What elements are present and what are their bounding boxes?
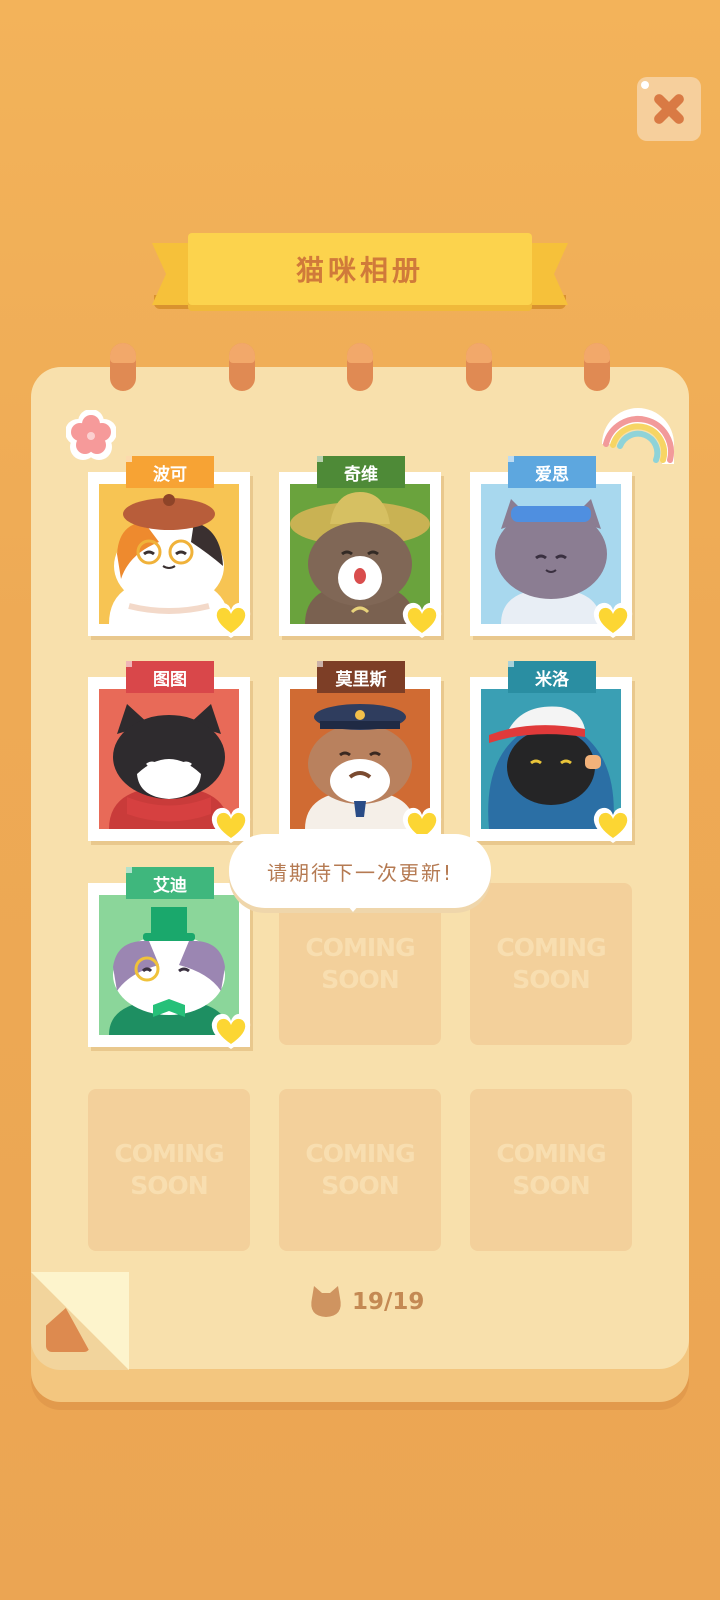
- coming-soon-slot[interactable]: COMING SOON: [88, 1089, 250, 1251]
- cat-card-boke[interactable]: 波可: [88, 456, 251, 638]
- cat-card-aidi[interactable]: 艾迪: [88, 867, 251, 1049]
- rainbow-sticker-icon: [602, 408, 674, 464]
- heart-icon: [211, 602, 251, 638]
- coming-soon-text: SOON: [512, 965, 590, 994]
- cat-name-tag: 莫里斯: [317, 661, 405, 693]
- cat-card-miluo[interactable]: 米洛: [470, 661, 633, 843]
- bubble-text: 请期待下一次更新!: [266, 860, 454, 885]
- cat-card-qiwei[interactable]: 奇维: [279, 456, 442, 638]
- page-title: 猫咪相册: [295, 254, 424, 287]
- coming-soon-text: COMING: [305, 1139, 415, 1168]
- cat-name: 艾迪: [153, 875, 187, 896]
- cat-card-tutu[interactable]: 图图: [88, 661, 251, 843]
- coming-soon-text: COMING: [496, 1139, 606, 1168]
- cat-name: 图图: [153, 669, 187, 690]
- title-ribbon: 猫咪相册: [152, 233, 568, 323]
- binder-ring: [466, 343, 492, 391]
- cat-name: 波可: [153, 464, 187, 485]
- speech-bubble: 请期待下一次更新!: [229, 834, 491, 912]
- flower-sticker-icon: [66, 410, 116, 460]
- cat-name-tag: 奇维: [317, 456, 405, 488]
- binder-ring: [229, 343, 255, 391]
- cat-name: 爱思: [535, 464, 569, 485]
- cat-name-tag: 艾迪: [126, 867, 214, 899]
- coming-soon-text: COMING: [305, 933, 415, 962]
- coming-soon-text: SOON: [321, 965, 399, 994]
- cat-head-icon: [311, 1286, 341, 1317]
- cat-name-tag: 爱思: [508, 456, 596, 488]
- heart-icon: [593, 602, 633, 638]
- cat-card-molisi[interactable]: 莫里斯: [279, 661, 442, 843]
- close-button[interactable]: [637, 77, 701, 141]
- close-icon: [637, 77, 701, 141]
- cat-name-tag: 米洛: [508, 661, 596, 693]
- ribbon-band: 猫咪相册: [188, 233, 532, 305]
- heart-icon: [402, 602, 442, 638]
- coming-soon-slot[interactable]: COMING SOON: [470, 1089, 632, 1251]
- cat-counter: 19/19: [308, 1286, 424, 1318]
- cat-name: 米洛: [535, 669, 569, 690]
- counter-text: 19/19: [352, 1289, 425, 1315]
- coming-soon-slot[interactable]: COMING SOON: [470, 883, 632, 1045]
- coming-soon-text: SOON: [130, 1171, 208, 1200]
- coming-soon-slot[interactable]: COMING SOON: [279, 1089, 441, 1251]
- heart-icon: [593, 807, 633, 843]
- cat-name-tag: 波可: [126, 456, 214, 488]
- cat-name: 奇维: [344, 464, 378, 485]
- cat-name-tag: 图图: [126, 661, 214, 693]
- heart-icon: [211, 1013, 251, 1049]
- binder-ring: [110, 343, 136, 391]
- coming-soon-text: COMING: [114, 1139, 224, 1168]
- coming-soon-text: SOON: [321, 1171, 399, 1200]
- binder-ring: [584, 343, 610, 391]
- cat-name: 莫里斯: [335, 669, 387, 690]
- coming-soon-text: SOON: [512, 1171, 590, 1200]
- coming-soon-text: COMING: [496, 933, 606, 962]
- binder-ring: [347, 343, 373, 391]
- cat-card-aisi[interactable]: 爱思: [470, 456, 633, 638]
